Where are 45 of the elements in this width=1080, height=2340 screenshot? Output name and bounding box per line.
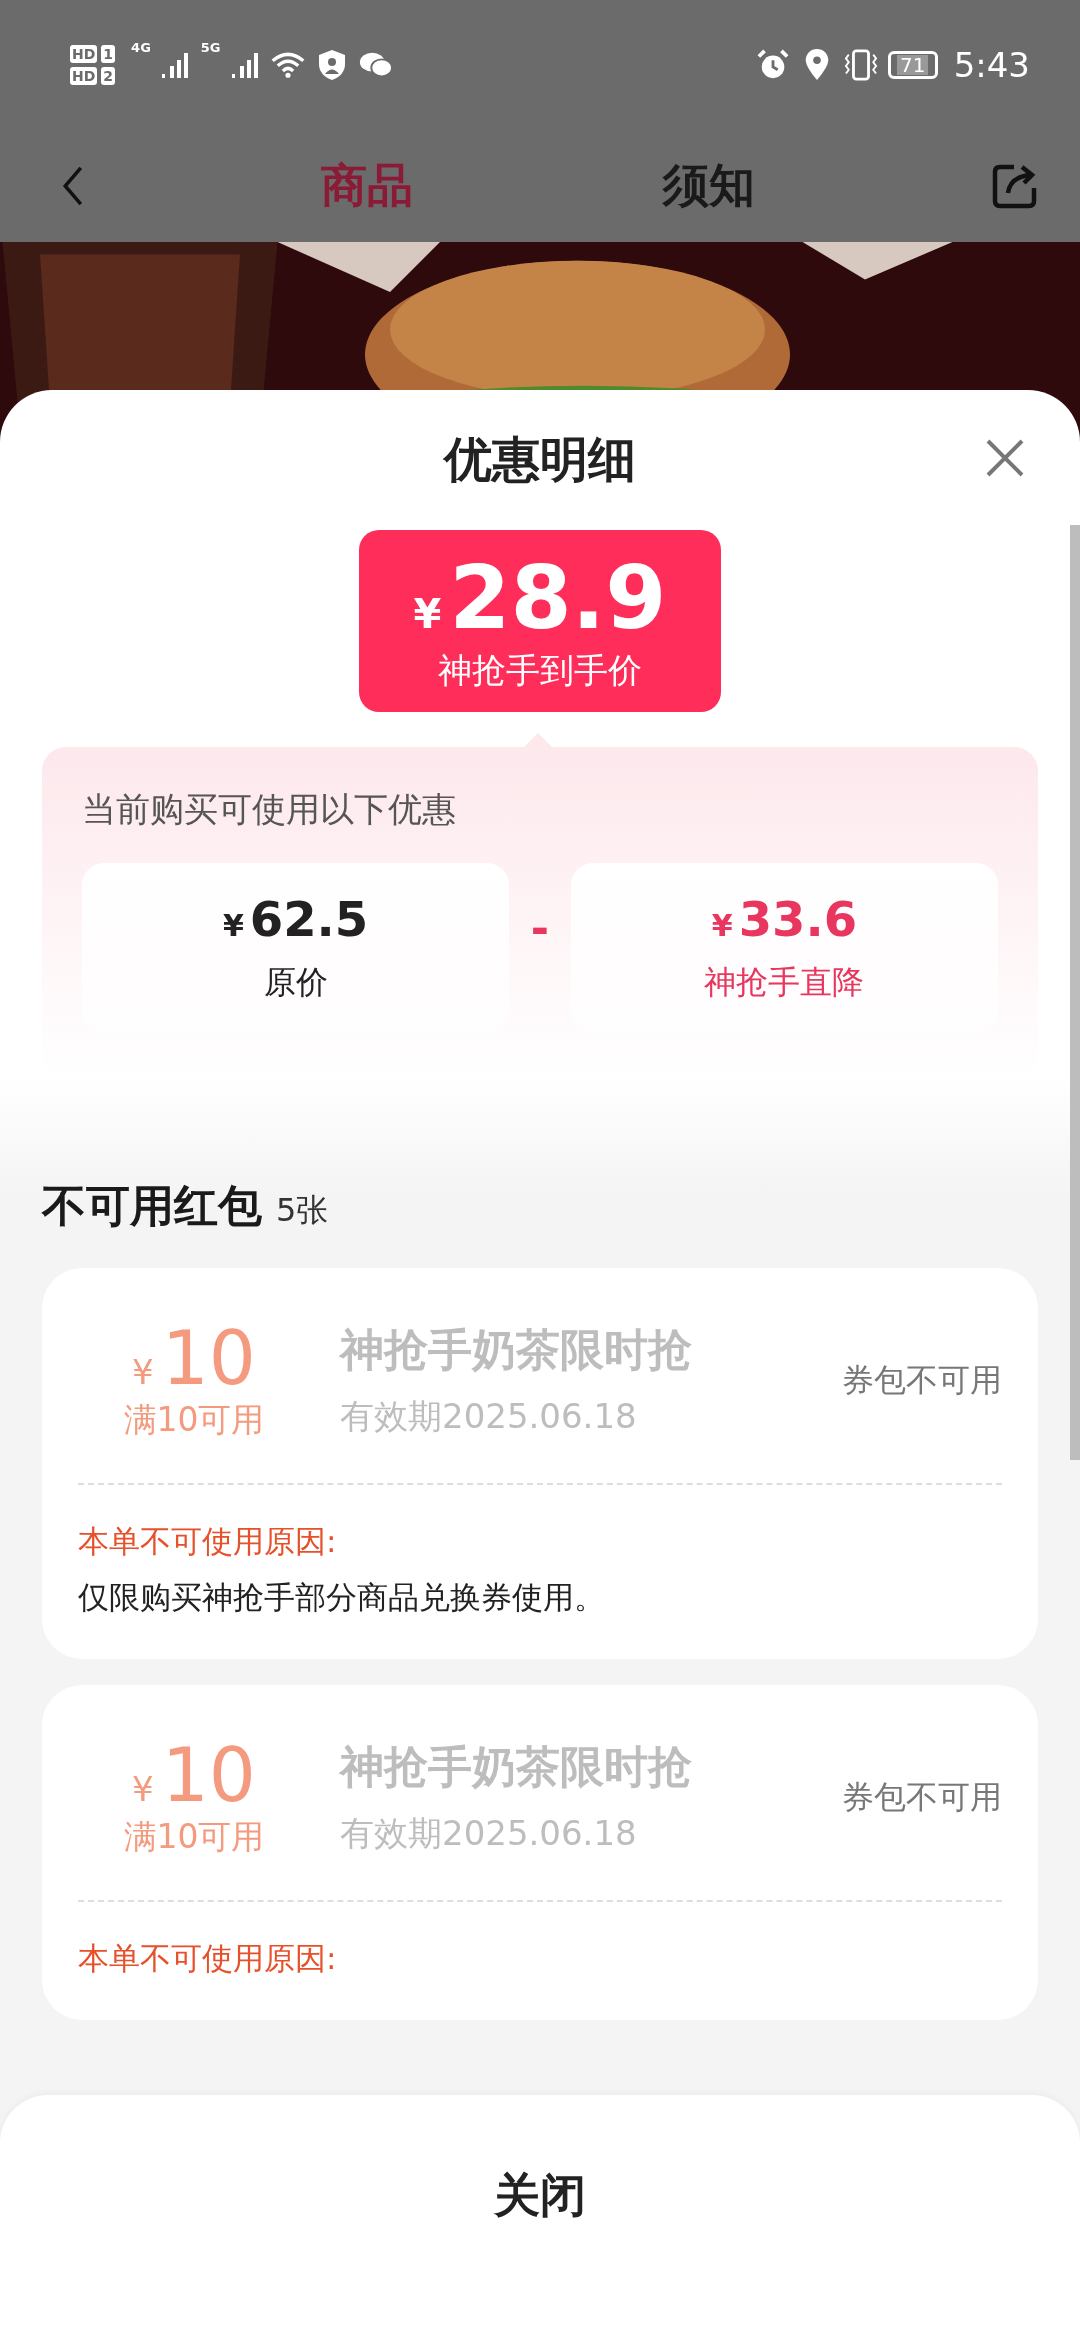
currency-symbol: ¥ <box>711 908 733 943</box>
price-value: 62.5 <box>249 891 369 947</box>
sim-label: HD <box>70 67 98 85</box>
battery-level: 71 <box>896 55 929 75</box>
reason-label: 本单不可使用原因: <box>78 1939 338 1978</box>
signal-icon <box>160 50 191 80</box>
currency-symbol: ¥ <box>413 591 442 637</box>
clock: 5:43 <box>953 45 1030 85</box>
reason-label: 本单不可使用原因: <box>78 1522 338 1561</box>
price-label: 原价 <box>263 962 328 1003</box>
sim-label: HD <box>70 45 98 63</box>
coupon-status: 券包不可用 <box>842 1359 1002 1401</box>
currency-symbol: ¥ <box>132 1352 154 1392</box>
coupon-validity: 有效期2025.06.18 <box>340 1395 638 1438</box>
sheet-title: 优惠明细 <box>444 430 636 489</box>
final-price-label: 神抢手到手价 <box>438 649 642 692</box>
tab[interactable]: 商品 <box>321 155 413 217</box>
vibrate-icon <box>843 49 878 81</box>
tab[interactable]: 须知 <box>663 155 755 217</box>
coupon-condition: 满10可用 <box>123 1399 265 1441</box>
reason-text: 仅限购买神抢手部分商品兑换券使用。 <box>78 1578 606 1617</box>
signal-icon <box>230 50 261 80</box>
coupon-name: 神抢手奶茶限时抢 <box>340 1740 693 1794</box>
close-button[interactable]: 关闭 <box>454 2155 626 2237</box>
coupon-name: 神抢手奶茶限时抢 <box>340 1323 693 1377</box>
section-title: 不可用红包 <box>42 1179 262 1233</box>
coupon-status: 券包不可用 <box>842 1776 1002 1818</box>
price-label: 神抢手直降 <box>704 962 865 1003</box>
price-value: 33.6 <box>738 891 858 947</box>
network-type: 4G <box>131 40 151 55</box>
alarm-icon <box>755 49 790 81</box>
sim-slot: 1 <box>101 45 116 63</box>
close-icon[interactable] <box>985 438 1025 478</box>
coupon-count: 5张 <box>276 1190 329 1231</box>
coupon-amount: 10 <box>161 1318 256 1398</box>
minus-sign: - <box>529 903 551 954</box>
panel-caption: 当前购买可使用以下优惠 <box>82 788 457 831</box>
coupon-amount: 10 <box>161 1735 256 1815</box>
currency-symbol: ¥ <box>132 1769 154 1809</box>
coupon-condition: 满10可用 <box>123 1816 265 1858</box>
currency-symbol: ¥ <box>222 908 244 943</box>
coupon-validity: 有效期2025.06.18 <box>340 1812 638 1855</box>
network-type: 5G <box>200 40 221 55</box>
sim-slot: 2 <box>101 67 116 85</box>
final-price: 28.9 <box>449 548 667 648</box>
